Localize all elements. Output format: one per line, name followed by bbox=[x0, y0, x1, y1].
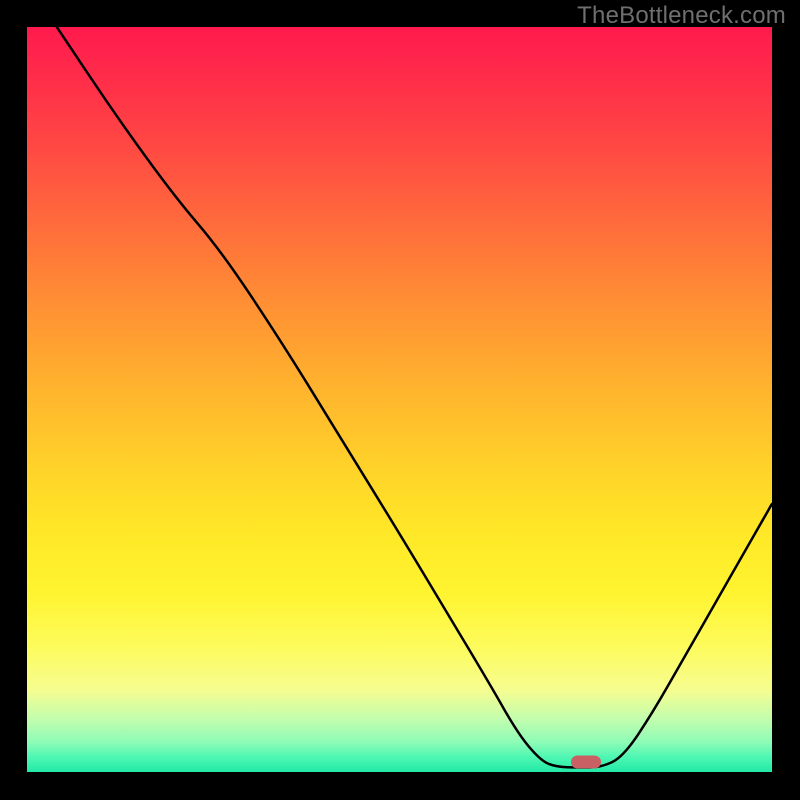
curve-path bbox=[57, 27, 772, 768]
optimal-marker bbox=[571, 756, 601, 769]
frame: TheBottleneck.com bbox=[0, 0, 800, 800]
bottleneck-curve bbox=[27, 27, 772, 772]
plot-area bbox=[27, 27, 772, 772]
watermark-text: TheBottleneck.com bbox=[577, 2, 786, 30]
